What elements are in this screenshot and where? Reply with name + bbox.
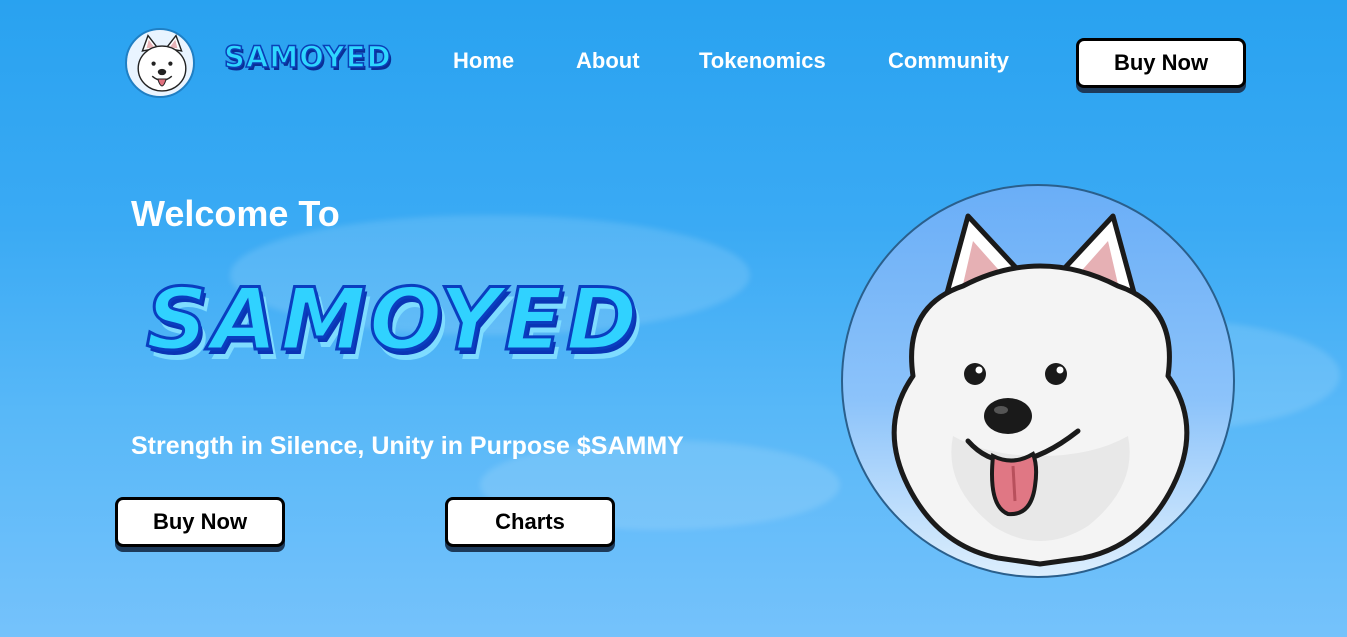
samoyed-dog-icon: [891, 213, 1190, 567]
logo-wordmark[interactable]: SAMOYED: [223, 39, 392, 75]
samoyed-dog-icon: [137, 34, 187, 92]
header-buy-now-button[interactable]: Buy Now: [1076, 38, 1246, 88]
hero-tagline: Strength in Silence, Unity in Purpose $S…: [131, 432, 684, 460]
hero-buy-now-button[interactable]: Buy Now: [115, 497, 285, 547]
hero-welcome: Welcome To: [131, 193, 340, 234]
nav-home[interactable]: Home: [453, 48, 514, 74]
mascot-circle: [841, 184, 1235, 578]
nav-about[interactable]: About: [576, 48, 640, 74]
nav-community[interactable]: Community: [888, 48, 1009, 74]
nav-tokenomics[interactable]: Tokenomics: [699, 48, 826, 74]
charts-button[interactable]: Charts: [445, 497, 615, 547]
hero-title: SAMOYED: [144, 269, 641, 372]
logo-badge[interactable]: [125, 28, 195, 98]
